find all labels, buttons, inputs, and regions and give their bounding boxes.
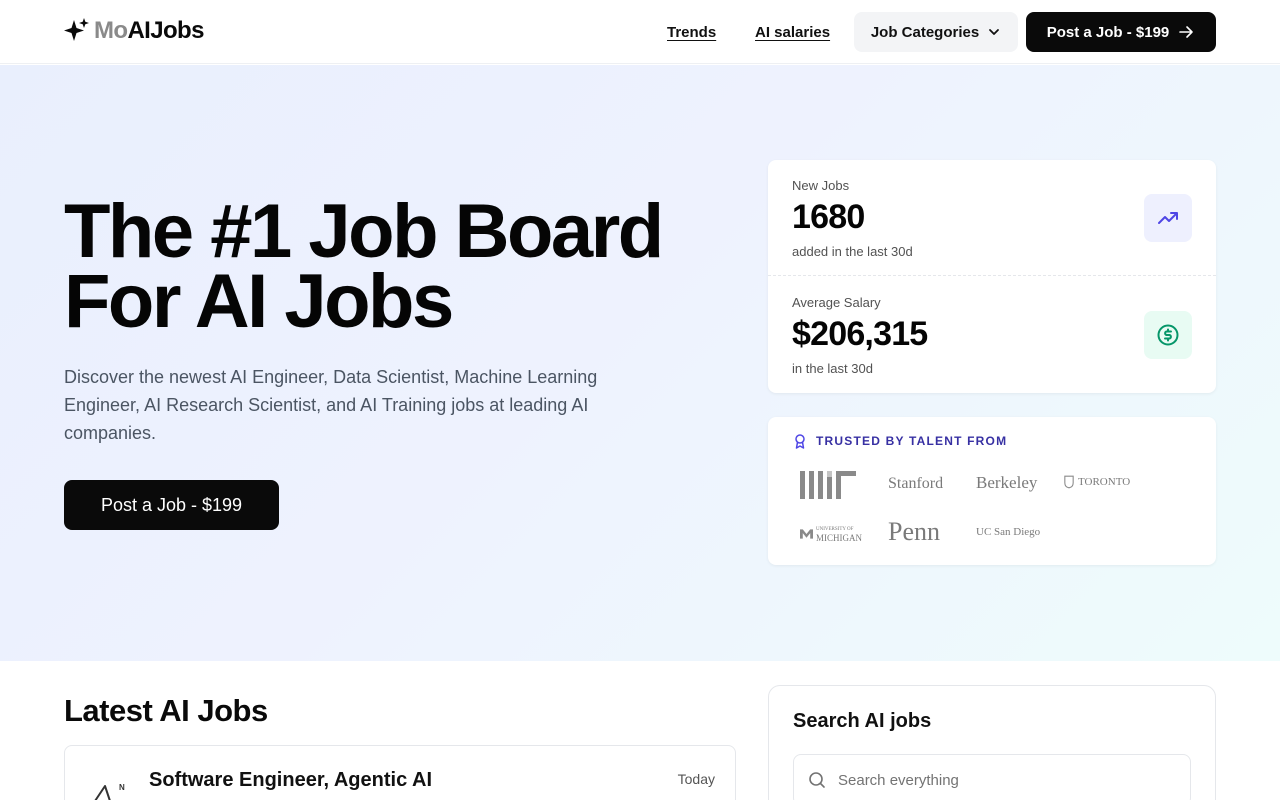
search-box[interactable] — [793, 754, 1191, 800]
arrow-right-icon — [1179, 26, 1194, 38]
sparkle-icon — [64, 18, 89, 41]
job-categories-label: Job Categories — [870, 23, 980, 41]
job-categories-dropdown[interactable]: Job Categories — [854, 12, 1018, 52]
hero-description: Discover the newest AI Engineer, Data Sc… — [64, 367, 598, 443]
job-date: Today — [677, 771, 715, 787]
svg-text:N: N — [119, 783, 125, 792]
hero-title-line2: For AI Jobs — [64, 259, 454, 344]
chevron-down-icon — [989, 29, 1000, 35]
new-jobs-value: 1680 — [792, 198, 865, 236]
avg-salary-sub: in the last 30d — [792, 361, 873, 376]
latest-jobs-title: Latest AI Jobs — [64, 693, 268, 728]
michigan-logo: UNIVERSITY OF MICHIGAN — [800, 525, 862, 543]
trusted-by-card: TRUSTED BY TALENT FROM Stanford Berkeley… — [768, 417, 1216, 565]
hero-title: The #1 Job Board For AI Jobs — [64, 194, 704, 340]
search-icon — [809, 772, 825, 788]
berkeley-logo: Berkeley — [976, 473, 1038, 492]
toronto-logo: TORONTO — [1064, 475, 1130, 489]
avg-salary-value: $206,315 — [792, 315, 928, 353]
new-jobs-stat: New Jobs 1680 added in the last 30d — [768, 160, 1216, 276]
job-title[interactable]: Software Engineer, Agentic AI — [149, 769, 432, 792]
avg-salary-label: Average Salary — [792, 295, 881, 310]
award-icon — [795, 434, 805, 449]
mit-logo — [800, 469, 856, 501]
trending-up-icon — [1144, 194, 1192, 242]
site-logo[interactable]: MoAIJobs — [64, 17, 204, 45]
trusted-by-header: TRUSTED BY TALENT FROM — [792, 433, 1007, 449]
post-job-button-header[interactable]: Post a Job - $199 — [1026, 12, 1216, 52]
michigan-label: MICHIGAN — [816, 533, 862, 543]
company-logo: N — [94, 783, 125, 800]
new-jobs-label: New Jobs — [792, 178, 850, 193]
search-card: Search AI jobs — [768, 685, 1216, 800]
top-header: MoAIJobs Trends AI salaries Job Categori… — [0, 0, 1280, 64]
ucsd-logo: UC San Diego — [976, 526, 1041, 538]
trusted-by-title: TRUSTED BY TALENT FROM — [816, 434, 1008, 448]
michigan-text: UNIVERSITY OF MICHIGAN — [816, 525, 862, 543]
new-jobs-sub: added in the last 30d — [792, 244, 913, 259]
nav-trends-link[interactable]: Trends — [667, 24, 716, 41]
job-card[interactable]: N Software Engineer, Agentic AI Today — [64, 745, 736, 800]
dollar-icon — [1144, 311, 1192, 359]
logo-text: MoAIJobs — [94, 17, 204, 44]
avg-salary-stat: Average Salary $206,315 in the last 30d — [768, 277, 1216, 393]
post-job-button-hero[interactable]: Post a Job - $199 — [64, 480, 279, 530]
toronto-label: TORONTO — [1078, 476, 1131, 488]
search-title: Search AI jobs — [793, 710, 932, 732]
stats-card: New Jobs 1680 added in the last 30d Aver… — [768, 160, 1216, 393]
post-job-label: Post a Job - $199 — [1046, 23, 1170, 41]
stanford-logo: Stanford — [888, 475, 944, 492]
search-input[interactable] — [838, 765, 1178, 795]
hero-section: The #1 Job Board For AI Jobs Discover th… — [0, 65, 1280, 661]
penn-logo: Penn — [888, 517, 940, 546]
nav-ai-salaries-link[interactable]: AI salaries — [755, 24, 830, 41]
